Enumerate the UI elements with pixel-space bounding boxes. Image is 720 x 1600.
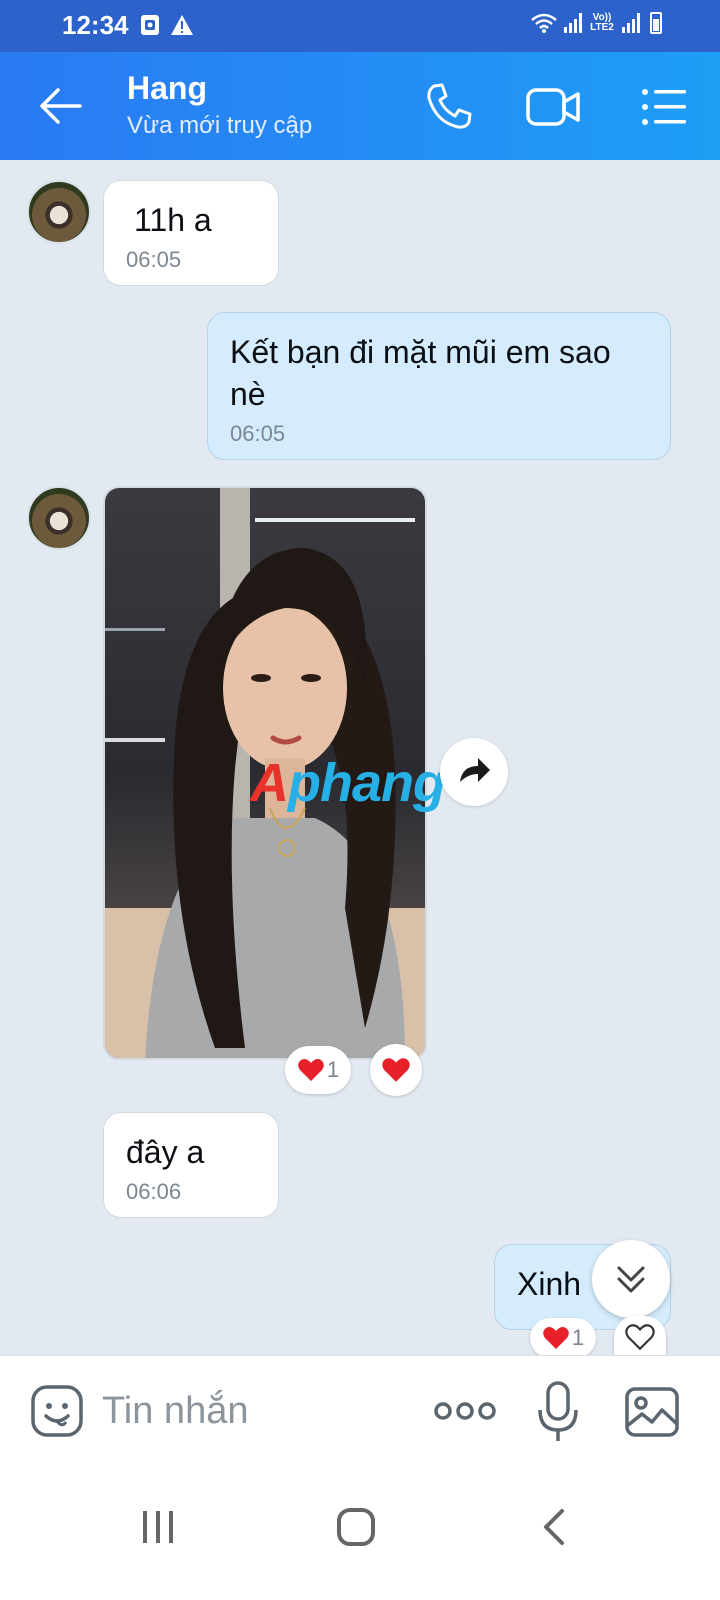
voice-message-button[interactable] <box>536 1380 580 1444</box>
heart-icon <box>298 1059 324 1081</box>
screenshot-icon <box>141 15 159 35</box>
reaction-summary[interactable]: 1 <box>285 1046 351 1094</box>
message-text: đây a <box>126 1134 205 1170</box>
status-notification-icons <box>140 14 194 36</box>
message-time: 06:06 <box>126 1179 182 1204</box>
video-call-button[interactable] <box>526 80 580 134</box>
phone-icon <box>427 83 472 129</box>
message-text: Kết bạn đi mặt mũi em sao nè <box>230 334 611 412</box>
signal-icon <box>564 13 582 33</box>
video-camera-icon <box>526 88 580 126</box>
contact-avatar[interactable] <box>27 486 91 550</box>
scroll-to-bottom-button[interactable] <box>592 1240 670 1318</box>
gallery-button[interactable] <box>624 1384 680 1440</box>
sticker-button[interactable] <box>30 1384 84 1438</box>
message-time: 06:05 <box>126 247 182 272</box>
image-icon <box>625 1387 679 1437</box>
battery-icon <box>650 12 662 34</box>
watermark-logo: Aphang <box>250 753 446 813</box>
reaction-count: 1 <box>326 1057 340 1082</box>
heart-icon <box>543 1327 569 1349</box>
react-button[interactable] <box>614 1316 666 1358</box>
message-bubble-incoming[interactable]: 11h a 06:05 <box>103 180 279 286</box>
lte-label: Vo)) LTE2 <box>590 12 614 33</box>
contact-status: Vừa mới truy cập <box>127 112 313 139</box>
system-back-button[interactable] <box>524 1497 584 1557</box>
react-button[interactable] <box>370 1044 422 1096</box>
list-menu-icon <box>642 89 686 125</box>
double-chevron-down-icon <box>617 1266 645 1293</box>
home-button[interactable] <box>326 1497 386 1557</box>
system-navigation-bar <box>0 1467 720 1600</box>
call-button[interactable] <box>422 80 476 134</box>
warning-icon <box>171 15 193 35</box>
more-button[interactable] <box>434 1396 496 1426</box>
signal-2-icon <box>622 13 640 33</box>
contact-name[interactable]: Hang <box>127 70 207 107</box>
home-icon <box>337 1508 375 1546</box>
status-time: 12:34 <box>62 10 129 40</box>
heart-icon <box>382 1058 410 1082</box>
heart-outline-icon <box>625 1324 655 1351</box>
reaction-count: 1 <box>571 1325 585 1350</box>
contact-avatar[interactable] <box>27 180 91 244</box>
forward-button[interactable] <box>440 738 508 806</box>
status-system-icons: Vo)) LTE2 <box>530 12 662 34</box>
message-bubble-incoming[interactable]: đây a 06:06 <box>103 1112 279 1218</box>
chat-header: Hang Vừa mới truy cập <box>0 52 720 160</box>
forward-icon <box>460 758 490 782</box>
back-button[interactable] <box>38 84 84 128</box>
message-time: 06:05 <box>230 421 286 446</box>
message-bubble-outgoing[interactable]: Kết bạn đi mặt mũi em sao nè 06:05 <box>207 312 671 460</box>
recent-apps-icon <box>143 1511 173 1543</box>
microphone-icon <box>538 1381 578 1441</box>
sticker-icon <box>31 1385 83 1437</box>
more-dots-icon <box>434 1402 496 1420</box>
back-icon <box>544 1509 564 1545</box>
status-bar: 12:34 Vo)) LTE2 <box>0 0 720 52</box>
recent-apps-button[interactable] <box>128 1497 188 1557</box>
reaction-summary[interactable]: 1 <box>530 1318 596 1358</box>
back-arrow-icon <box>40 88 82 124</box>
message-text: 11h a <box>134 202 212 238</box>
message-composer <box>0 1355 720 1467</box>
message-input[interactable] <box>102 1386 402 1436</box>
chat-menu-button[interactable] <box>640 80 694 134</box>
wifi-icon <box>531 13 557 33</box>
